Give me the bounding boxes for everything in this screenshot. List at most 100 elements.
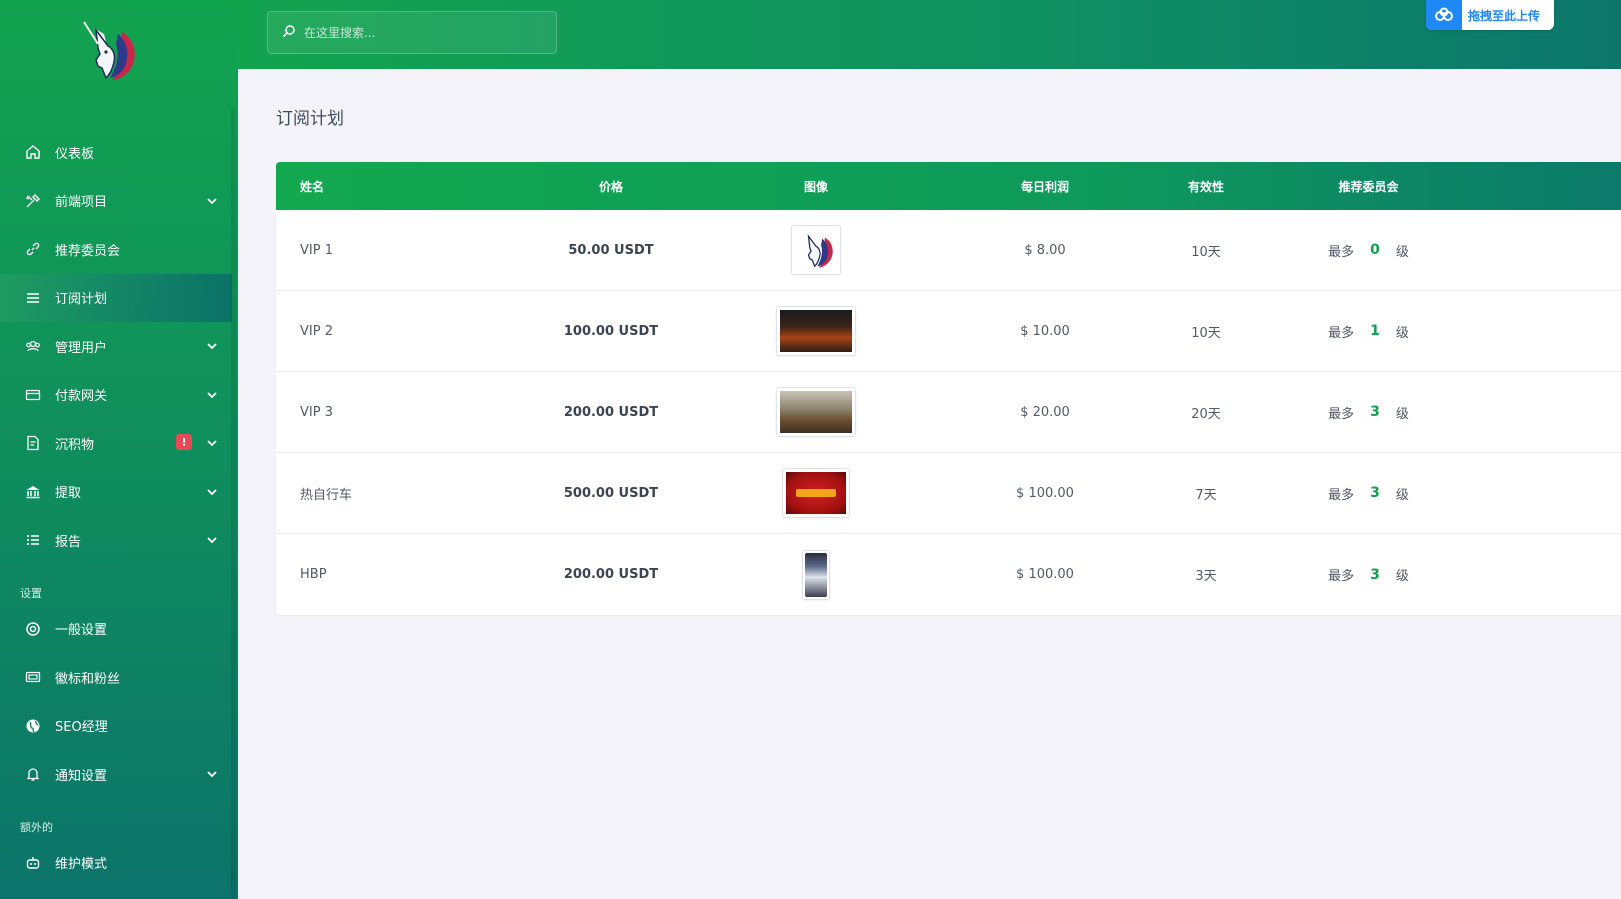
cloud-icon [1426,0,1462,30]
plan-validity: 10天 [1191,325,1221,341]
sidebar-item-label: 报告 [55,534,82,550]
referral-prefix: 最多 [1328,406,1355,422]
search-icon [282,23,296,42]
table-header: 姓名 价格 图像 每日利润 有效性 推荐委员会 [276,162,1621,210]
plan-daily-profit: $ 100.00 [1016,485,1074,501]
plan-price: 200.00 USDT [563,404,659,420]
sidebar-item-payment-gateway[interactable]: 付款网关 [0,371,232,420]
table-row[interactable]: VIP 2 100.00 USDT $ 10.00 10天 最多 1 级 [276,291,1621,372]
plan-image-phone-app [802,549,830,600]
plan-daily-profit: $ 8.00 [1024,242,1066,258]
plan-price: 50.00 USDT [568,242,654,258]
sidebar-item-referral[interactable]: 推荐委员会 [0,225,232,274]
sidebar-item-seo-manager[interactable]: SEO经理 [0,702,232,751]
referral-level: 1 [1370,323,1380,339]
referral-level: 3 [1370,566,1380,583]
chevron-down-icon [206,195,218,207]
chevron-down-icon [206,534,218,546]
referral-level: 3 [1370,404,1380,420]
column-header-name[interactable]: 姓名 [300,162,324,210]
referral-prefix: 最多 [1328,487,1355,503]
sidebar-item-subscription[interactable]: 订阅计划 [0,273,232,322]
referral-suffix: 级 [1395,244,1409,260]
sidebar-item-logo-favicon[interactable]: 徽标和粉丝 [0,653,232,702]
table-row[interactable]: VIP 1 50.00 USDT $ 8.00 10天 最多 0 级 [276,210,1621,291]
list-icon [24,289,42,307]
plans-table: 姓名 价格 图像 每日利润 有效性 推荐委员会 VIP 1 50.00 USDT… [276,162,1621,615]
sidebar-item-label: 仪表板 [55,146,95,162]
referral-level: 3 [1370,485,1380,501]
top-header: 拖拽至此上传 [238,0,1621,69]
sidebar-item-label: 徽标和粉丝 [55,671,121,687]
sidebar-item-label: 通知设置 [55,768,108,784]
sidebar-item-label: 提取 [55,486,82,502]
referral-suffix: 级 [1395,487,1409,503]
sidebar-item-label: 一般设置 [55,623,108,639]
plan-validity: 3天 [1195,569,1217,584]
sidebar-item-reports[interactable]: 报告 [0,516,232,565]
sidebar-item-deposits[interactable]: 沉积物 ! [0,419,232,468]
sidebar-item-notification-settings[interactable]: 通知设置 [0,750,232,799]
link-icon [24,240,42,258]
plan-image-cell [766,372,866,452]
sidebar-item-frontend[interactable]: 前端项目 [0,177,232,226]
report-list-icon [24,531,42,549]
upload-label: 拖拽至此上传 [1468,8,1541,23]
column-header-referral[interactable]: 推荐委员会 [1286,162,1451,210]
plan-referral: 最多 3 级 [1286,453,1451,533]
sidebar-item-label: 前端项目 [55,195,108,211]
plan-name: HBP [300,567,327,582]
search-box[interactable] [267,11,557,54]
referral-suffix: 级 [1395,325,1409,341]
table-row[interactable]: 热自行车 500.00 USDT $ 100.00 7天 最多 3 级 [276,453,1621,534]
plan-referral: 最多 0 级 [1286,210,1451,290]
sidebar-item-label: 订阅计划 [55,292,108,308]
plan-daily-profit: $ 20.00 [1020,404,1070,420]
sidebar-item-label: 推荐委员会 [55,243,121,259]
plan-validity: 20天 [1191,406,1221,422]
card-icon [24,386,42,404]
plan-price: 500.00 USDT [563,485,659,501]
sidebar-item-label: 管理用户 [55,340,108,356]
plan-name: VIP 3 [300,404,333,420]
bank-icon [24,483,42,501]
chevron-down-icon [206,437,218,449]
referral-suffix: 级 [1395,406,1409,422]
globe-icon [24,717,42,735]
tools-icon [24,192,42,210]
referral-prefix: 最多 [1328,569,1355,584]
chevron-down-icon [206,340,218,352]
sidebar-item-label: 维护模式 [55,857,108,873]
chevron-down-icon [206,389,218,401]
sidebar-item-withdraw[interactable]: 提取 [0,468,232,517]
column-header-price[interactable]: 价格 [540,162,682,210]
search-input[interactable] [304,25,544,40]
plan-referral: 最多 3 级 [1286,534,1451,615]
column-header-daily-profit[interactable]: 每日利润 [980,162,1110,210]
section-label-extra: 额外的 [20,820,53,834]
unicorn-logo[interactable] [76,20,140,84]
table-row[interactable]: HBP 200.00 USDT $ 100.00 3天 最多 3 级 [276,534,1621,615]
referral-level: 0 [1370,242,1380,258]
sidebar-item-maintenance-mode[interactable]: 维护模式 [0,839,232,888]
column-header-validity[interactable]: 有效性 [1166,162,1246,210]
sidebar-item-dashboard[interactable]: 仪表板 [0,128,232,177]
sidebar-item-label: SEO经理 [55,720,108,736]
referral-prefix: 最多 [1328,244,1355,260]
plan-daily-profit: $ 10.00 [1020,323,1070,339]
plan-image-cell [766,453,866,533]
column-header-image[interactable]: 图像 [766,162,866,210]
sidebar: 仪表板 前端项目 推荐委员会 订阅计划 管理用户 付款网关 沉积物 ! 提取 报… [0,0,238,899]
plan-validity: 10天 [1191,244,1221,260]
plan-referral: 最多 1 级 [1286,291,1451,371]
plan-name: VIP 1 [300,242,333,258]
plan-image-hot-slot [782,468,850,518]
deposit-icon [24,434,42,452]
sidebar-item-general-settings[interactable]: 一般设置 [0,605,232,654]
sidebar-scrollbar[interactable] [231,108,236,899]
sidebar-item-users[interactable]: 管理用户 [0,322,232,371]
table-row[interactable]: VIP 3 200.00 USDT $ 20.00 20天 最多 3 级 [276,372,1621,453]
plan-referral: 最多 3 级 [1286,372,1451,452]
upload-button[interactable]: 拖拽至此上传 [1426,0,1554,30]
referral-suffix: 级 [1395,569,1409,584]
